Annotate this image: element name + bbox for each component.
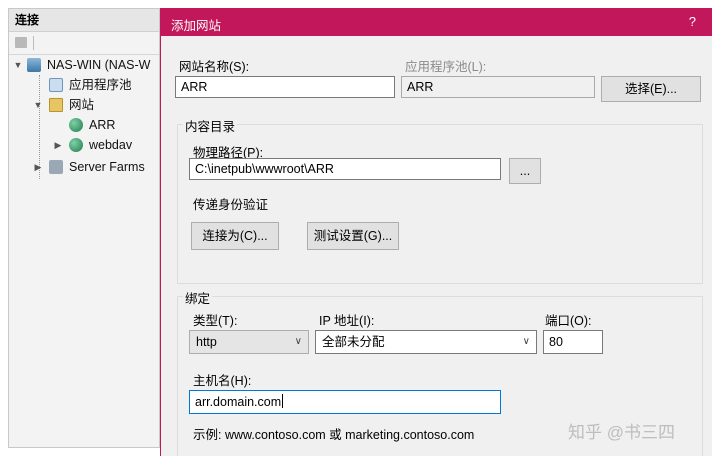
add-website-dialog: 添加网站 ? 网站名称(S): ARR 应用程序池(L): ARR 选择(E).… bbox=[160, 8, 712, 456]
collapse-icon[interactable]: ▼ bbox=[13, 55, 23, 75]
connect-as-button[interactable]: 连接为(C)... bbox=[191, 222, 279, 250]
globe-icon bbox=[69, 138, 83, 152]
host-name-input[interactable]: arr.domain.com bbox=[189, 390, 501, 414]
site-name-label: 网站名称(S): bbox=[179, 60, 250, 74]
dialog-titlebar[interactable]: 添加网站 ? bbox=[161, 8, 712, 36]
browse-button[interactable]: ... bbox=[509, 158, 541, 184]
expand-icon[interactable]: ▶ bbox=[53, 135, 63, 155]
port-input[interactable]: 80 bbox=[543, 330, 603, 354]
expand-icon[interactable]: ▶ bbox=[33, 157, 43, 177]
app-pool-field: ARR bbox=[401, 76, 595, 98]
test-settings-button[interactable]: 测试设置(G)... bbox=[307, 222, 399, 250]
host-name-example: 示例: www.contoso.com 或 marketing.contoso.… bbox=[193, 428, 475, 442]
chevron-down-icon: ∨ bbox=[522, 336, 530, 347]
type-value: http bbox=[196, 335, 217, 349]
select-app-pool-button[interactable]: 选择(E)... bbox=[601, 76, 701, 102]
folder-icon bbox=[49, 98, 63, 112]
binding-legend: 绑定 bbox=[183, 288, 213, 307]
ip-address-select[interactable]: 全部未分配 ∨ bbox=[315, 330, 537, 354]
ip-address-label: IP 地址(I): bbox=[319, 314, 375, 328]
tree-item-server-farms[interactable]: ▶ Server Farms bbox=[9, 157, 159, 177]
dialog-title: 添加网站 bbox=[171, 19, 222, 33]
globe-icon bbox=[69, 118, 83, 132]
host-name-value: arr.domain.com bbox=[195, 395, 282, 409]
type-select[interactable]: http ∨ bbox=[189, 330, 309, 354]
help-button[interactable]: ? bbox=[689, 14, 696, 29]
tree-item-arr[interactable]: ARR bbox=[9, 115, 159, 135]
connections-pane: 连接 ▼ NAS-WIN (NAS-W 应用程序池 ▼ 网站 ARR ▶ web… bbox=[8, 8, 160, 448]
watermark: 知乎 @书三四 bbox=[568, 423, 675, 442]
site-name-input[interactable]: ARR bbox=[175, 76, 395, 98]
pass-through-auth-label: 传递身份验证 bbox=[193, 198, 269, 212]
connections-toolbar bbox=[9, 32, 159, 55]
tree-item-webdav[interactable]: ▶ webdav bbox=[9, 135, 159, 155]
host-name-label: 主机名(H): bbox=[193, 374, 252, 388]
app-pool-icon bbox=[49, 78, 63, 92]
tree-item-server[interactable]: ▼ NAS-WIN (NAS-W bbox=[9, 55, 159, 75]
tree-item-app-pools[interactable]: 应用程序池 bbox=[9, 75, 159, 95]
ip-address-value: 全部未分配 bbox=[322, 335, 385, 349]
chevron-down-icon: ∨ bbox=[294, 336, 302, 347]
content-directory-legend: 内容目录 bbox=[183, 116, 238, 135]
toolbar-separator bbox=[33, 36, 34, 50]
tree-item-sites[interactable]: ▼ 网站 bbox=[9, 95, 159, 115]
connect-icon[interactable] bbox=[15, 37, 27, 48]
type-label: 类型(T): bbox=[193, 314, 238, 328]
server-icon bbox=[27, 58, 41, 72]
connections-title: 连接 bbox=[9, 9, 159, 32]
collapse-icon[interactable]: ▼ bbox=[33, 95, 43, 115]
physical-path-input[interactable]: C:\inetpub\wwwroot\ARR bbox=[189, 158, 501, 180]
port-label: 端口(O): bbox=[545, 314, 592, 328]
server-farm-icon bbox=[49, 160, 63, 174]
app-pool-label: 应用程序池(L): bbox=[405, 60, 487, 74]
text-caret bbox=[282, 394, 284, 408]
